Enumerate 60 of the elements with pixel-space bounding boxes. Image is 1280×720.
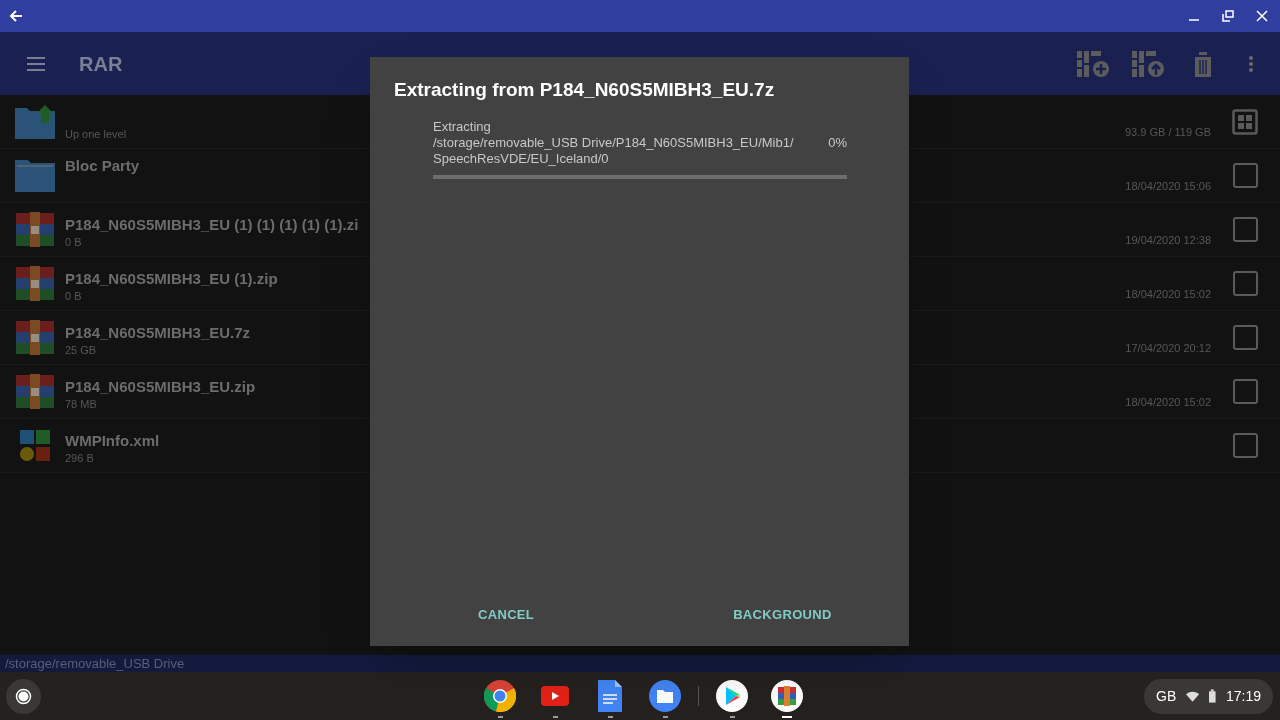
file-name: WMPInfo.xml bbox=[65, 430, 161, 451]
back-arrow-icon[interactable] bbox=[8, 8, 24, 24]
archive-icon bbox=[15, 266, 54, 301]
extract-archive-icon[interactable] bbox=[1132, 50, 1164, 77]
add-to-archive-icon[interactable] bbox=[1077, 50, 1109, 77]
file-size: 296 B bbox=[65, 450, 95, 466]
cancel-button[interactable]: CANCEL bbox=[470, 598, 543, 630]
dialog-title: Extracting from P184_N60S5MIBH3_EU.7z bbox=[394, 78, 776, 102]
keyboard-layout: GB bbox=[1156, 686, 1177, 706]
up-one-level-label: Up one level bbox=[65, 126, 128, 142]
browser-icon bbox=[484, 680, 516, 712]
file-size: 78 MB bbox=[65, 396, 98, 412]
current-path: /storage/removable_USB Drive bbox=[5, 657, 185, 670]
app-title: RAR bbox=[79, 51, 123, 77]
grid-view-icon[interactable] bbox=[1232, 108, 1258, 135]
checkbox[interactable] bbox=[1232, 271, 1258, 296]
launcher-button[interactable] bbox=[6, 678, 41, 714]
wifi-icon bbox=[1186, 690, 1200, 702]
tiles-icon bbox=[18, 429, 51, 462]
play-store-icon bbox=[716, 680, 748, 712]
video-play-icon bbox=[541, 686, 569, 706]
close-icon[interactable] bbox=[1256, 10, 1268, 22]
folder-up-icon bbox=[14, 104, 55, 139]
clock: 17:19 bbox=[1225, 686, 1261, 706]
archive-icon bbox=[15, 212, 54, 247]
more-options-icon[interactable] bbox=[1248, 54, 1254, 73]
restore-icon[interactable] bbox=[1222, 10, 1234, 22]
modified-date: 18/04/2020 15:02 bbox=[1125, 394, 1211, 410]
file-size: 0 B bbox=[65, 234, 83, 250]
file-size: 25 GB bbox=[65, 342, 98, 358]
checkbox[interactable] bbox=[1232, 163, 1258, 188]
checkbox[interactable] bbox=[1232, 433, 1258, 458]
modified-date: 18/04/2020 15:06 bbox=[1125, 178, 1211, 194]
file-name: P184_N60S5MIBH3_EU (1).zip bbox=[65, 268, 279, 289]
modified-date: 19/04/2020 12:38 bbox=[1125, 232, 1211, 248]
storage-usage: 93.9 GB / 119 GB bbox=[1125, 124, 1211, 140]
background-button[interactable]: BACKGROUND bbox=[725, 598, 840, 630]
folder-icon bbox=[14, 159, 55, 192]
launcher-circle-icon bbox=[15, 687, 32, 705]
checkbox[interactable] bbox=[1232, 217, 1258, 242]
modified-date: 18/04/2020 15:02 bbox=[1125, 286, 1211, 302]
file-name: P184_N60S5MIBH3_EU (1) (1) (1) (1) (1).zi bbox=[65, 214, 360, 235]
status-tray[interactable]: GB 17:19 bbox=[1144, 678, 1273, 714]
file-name: Bloc Party bbox=[65, 155, 141, 176]
document-icon bbox=[598, 680, 622, 712]
checkbox[interactable] bbox=[1232, 379, 1258, 404]
menu-icon[interactable] bbox=[26, 55, 46, 72]
file-name: P184_N60S5MIBH3_EU.zip bbox=[65, 376, 257, 397]
archive-icon bbox=[15, 320, 54, 355]
checkbox[interactable] bbox=[1232, 325, 1258, 350]
folder-app-icon bbox=[649, 680, 681, 712]
battery-icon bbox=[1209, 689, 1216, 703]
delete-icon[interactable] bbox=[1192, 50, 1214, 77]
file-size: 0 B bbox=[65, 288, 83, 304]
archive-icon bbox=[15, 374, 54, 409]
modified-date: 17/04/2020 20:12 bbox=[1125, 340, 1211, 356]
extracting-label: Extracting bbox=[433, 117, 492, 135]
archive-app-icon bbox=[771, 680, 803, 712]
file-name: P184_N60S5MIBH3_EU.7z bbox=[65, 322, 252, 343]
progress-percent: 0% bbox=[828, 134, 847, 152]
